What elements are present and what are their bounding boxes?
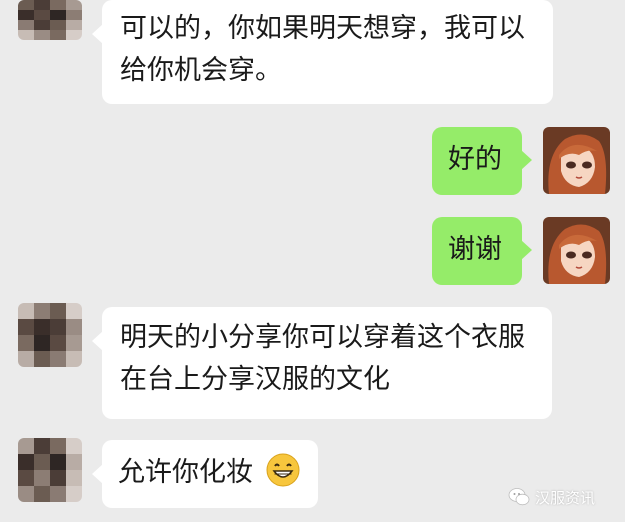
watermark: 汉服资讯 xyxy=(508,485,595,509)
anime-girl-avatar-icon xyxy=(543,127,610,194)
contact-avatar[interactable] xyxy=(18,438,82,502)
message-bubble: 可以的，你如果明天想穿，我可以给你机会穿。 xyxy=(92,0,553,104)
message-bubble: 明天的小分享你可以穿着这个衣服在台上分享汉服的文化 xyxy=(92,307,552,419)
my-avatar[interactable] xyxy=(543,217,610,284)
contact-avatar[interactable] xyxy=(18,0,82,40)
contact-avatar[interactable] xyxy=(18,303,82,367)
grinning-face-emoji xyxy=(266,453,300,487)
message-bubble: 好的 xyxy=(432,127,532,195)
message-text: 明天的小分享你可以穿着这个衣服在台上分享汉服的文化 xyxy=(120,322,525,395)
anime-girl-avatar-icon xyxy=(543,217,610,284)
watermark-text: 汉服资讯 xyxy=(535,488,596,507)
message-bubble: 允许你化妆 xyxy=(92,440,318,508)
my-avatar[interactable] xyxy=(543,127,610,194)
message-text: 谢谢 xyxy=(448,234,502,265)
message-text: 可以的，你如果明天想穿，我可以给你机会穿。 xyxy=(120,13,525,86)
wechat-icon xyxy=(508,488,530,506)
message-text: 允许你化妆 xyxy=(118,457,253,488)
message-text: 好的 xyxy=(448,144,502,175)
message-bubble: 谢谢 xyxy=(432,217,532,285)
